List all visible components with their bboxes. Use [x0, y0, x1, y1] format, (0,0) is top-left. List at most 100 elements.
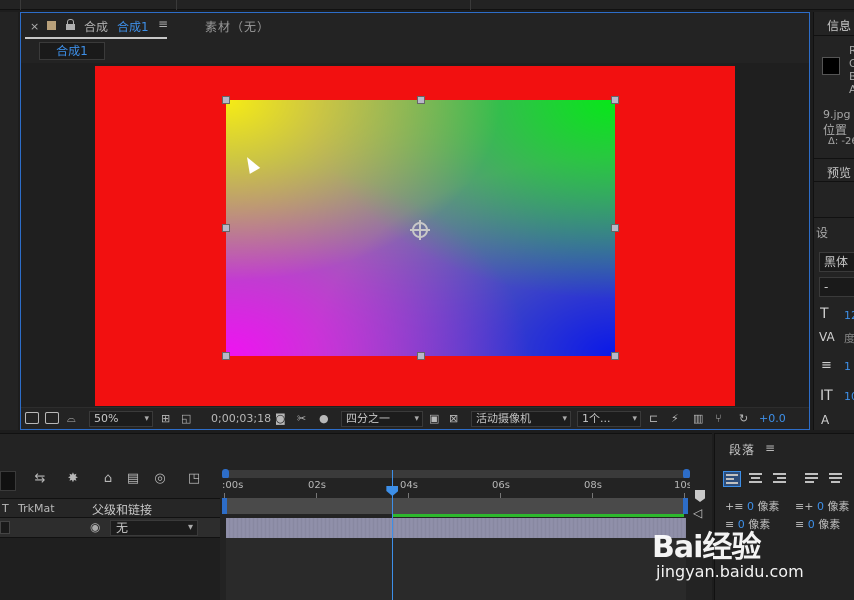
stroke-icon: ≡ [821, 358, 832, 373]
tab-prefix: 合成 [84, 20, 109, 34]
ae-app: × 合成 合成1 ≡ 素材（无） 合成1 ⌓ 50% ▾ ⊞ ◱ 0;00;03… [0, 0, 854, 600]
transform-handle[interactable] [222, 96, 230, 104]
file-name: 9.jpg [823, 108, 851, 121]
transparency-grid-icon[interactable]: ◱ [181, 411, 191, 427]
shy-layers-icon[interactable]: ⌂ [100, 472, 116, 486]
layer-duration-bar[interactable] [226, 518, 686, 538]
vertical-scale-icon: IT [820, 388, 833, 404]
tick-label: 02s [308, 480, 326, 491]
watermark-url: jingyan.baidu.com [656, 562, 804, 581]
tick-label: 04s [400, 480, 418, 491]
tab-footage[interactable]: 素材（无） [205, 18, 270, 35]
transform-handle[interactable] [611, 96, 619, 104]
layer-switch-box[interactable] [0, 521, 10, 534]
show-snapshot-icon[interactable]: ✂ [297, 411, 306, 427]
toggle-pixel-aspect-icon[interactable]: ⊏ [649, 411, 658, 427]
close-icon[interactable]: × [30, 20, 39, 33]
indent-left-field[interactable]: +≡ 0 像素 [725, 498, 779, 514]
layer-row[interactable]: ◉ 无 ▾ [0, 518, 220, 538]
transform-handle[interactable] [611, 352, 619, 360]
timeline-search-input[interactable] [0, 471, 16, 491]
top-strip [0, 0, 854, 10]
color-swatch [822, 57, 840, 75]
justify-left-icon[interactable] [803, 471, 821, 487]
work-area-bar[interactable] [222, 498, 688, 514]
col-trkmat: TrkMat [18, 502, 55, 515]
left-panel [0, 12, 18, 430]
stroke-width-value[interactable]: 1 [844, 360, 851, 373]
tab-comp1[interactable]: 合成1 [117, 18, 149, 35]
panel-menu-icon[interactable]: ≡ [765, 441, 775, 455]
current-time[interactable]: 0;00;03;18 [211, 411, 271, 427]
always-preview-icon[interactable] [25, 412, 39, 424]
resolution-select[interactable]: 四分之一 ▾ [341, 411, 423, 427]
mask-icon[interactable]: ⌓ [67, 411, 76, 427]
timeline-column-header: T TrkMat 父级和链接 [0, 498, 220, 518]
font-family-select[interactable]: 黑体 [819, 252, 854, 272]
transform-handle[interactable] [222, 352, 230, 360]
frame-blending-icon[interactable]: ▤ [125, 472, 141, 486]
tab-preview[interactable]: 预览 [827, 164, 851, 181]
align-right-icon[interactable] [771, 471, 789, 487]
composition-panel: × 合成 合成1 ≡ 素材（无） 合成1 ⌓ 50% ▾ ⊞ ◱ 0;00;03… [20, 12, 810, 430]
transform-handle[interactable] [417, 96, 425, 104]
tab-info[interactable]: 信息 [827, 17, 851, 34]
indent-right-field[interactable]: ≡+ 0 像素 [795, 498, 849, 514]
camera-snapshot-icon[interactable]: ◙ [275, 411, 286, 427]
col-parent-link: 父级和链接 [92, 503, 153, 517]
panel-menu-icon[interactable]: ≡ [158, 17, 168, 31]
vertical-scale-value[interactable]: 10 [844, 390, 854, 403]
reset-exposure-icon[interactable]: ↻ [739, 411, 748, 427]
kerning-icon: VA [819, 330, 835, 344]
font-style-select[interactable]: - [819, 277, 854, 297]
motion-blur-icon[interactable]: ◎ [152, 472, 168, 486]
comp-viewer[interactable] [21, 63, 809, 407]
baseline-shift-icon: A [821, 413, 830, 427]
toggle-transparency-icon[interactable]: ⊠ [449, 411, 458, 427]
draft-3d-icon[interactable]: ✸ [65, 472, 81, 486]
image-layer[interactable] [222, 96, 619, 360]
composition-mini-flowchart-icon[interactable]: ⇆ [32, 472, 48, 486]
timeline-graph-area[interactable]: :00s 02s 04s 06s 08s 10s ◁ [220, 434, 712, 600]
region-of-interest-icon[interactable]: ▣ [429, 411, 439, 427]
marker-icon[interactable] [695, 490, 705, 502]
timeline-icon[interactable]: ▥ [693, 411, 703, 427]
transform-handle[interactable] [611, 224, 619, 232]
exposure-value[interactable]: +0.0 [759, 411, 786, 427]
align-left-icon[interactable] [723, 471, 741, 487]
breadcrumb[interactable]: 合成1 [39, 42, 105, 60]
align-center-icon[interactable] [747, 471, 765, 487]
justify-center-icon[interactable] [827, 471, 845, 487]
camera-select[interactable]: 活动摄像机 ▾ [471, 411, 571, 427]
time-ruler[interactable]: :00s 02s 04s 06s 08s 10s [220, 478, 692, 498]
fit-icon[interactable]: ⊞ [161, 411, 170, 427]
fast-preview-icon[interactable]: ⚡ [671, 411, 679, 427]
anchor-point-icon[interactable] [410, 220, 430, 240]
views-select[interactable]: 1个... ▾ [577, 411, 641, 427]
transform-handle[interactable] [222, 224, 230, 232]
comp-tab-bar: × 合成 合成1 ≡ 素材（无） [21, 13, 809, 39]
lock-icon[interactable] [66, 19, 75, 30]
pick-whip-icon[interactable]: ◉ [90, 520, 100, 534]
time-navigator[interactable] [222, 469, 690, 479]
b-label: B [849, 70, 854, 83]
label-color-swatch[interactable] [47, 21, 56, 30]
font-size-value[interactable]: 12 [844, 309, 854, 322]
character-settings-label: 设 [816, 226, 829, 240]
render-cache-bar [392, 514, 684, 517]
flowchart-icon[interactable]: ⑂ [715, 411, 722, 427]
color-channels-icon[interactable]: ● [319, 411, 329, 427]
transform-handle[interactable] [417, 352, 425, 360]
tick-label: :00s [222, 480, 244, 491]
tick-label: 08s [584, 480, 602, 491]
comp-canvas[interactable] [95, 66, 735, 406]
tracking-value[interactable]: 度 [844, 330, 854, 346]
expand-icon[interactable]: ◁ [693, 506, 702, 520]
r-label: R [849, 44, 854, 57]
font-size-icon: T [820, 306, 829, 322]
graph-editor-icon[interactable]: ◳ [186, 472, 202, 486]
magnification-select[interactable]: 50% ▾ [89, 411, 153, 427]
monitor-icon[interactable] [45, 412, 59, 424]
parent-select[interactable]: 无 ▾ [110, 520, 198, 536]
tick-label: 06s [492, 480, 510, 491]
